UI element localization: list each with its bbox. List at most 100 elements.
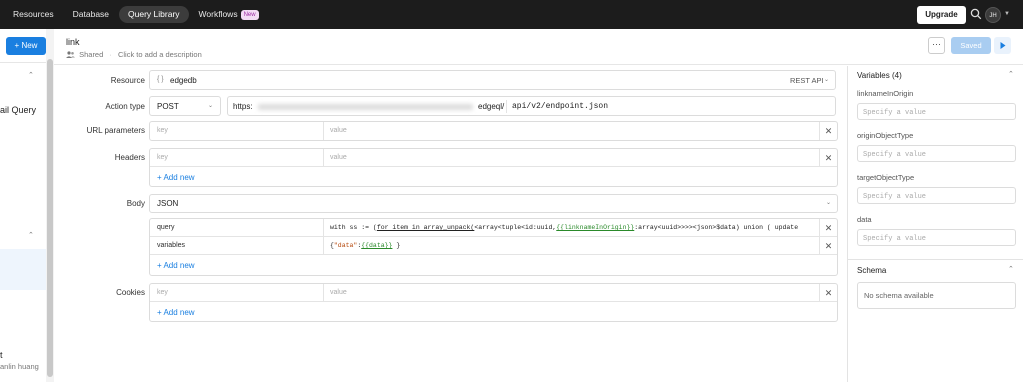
table-row: key value ✕: [150, 284, 837, 302]
upgrade-button[interactable]: Upgrade: [917, 6, 966, 24]
body-key-cell[interactable]: variables: [150, 237, 323, 255]
remove-row-close-icon[interactable]: ✕: [819, 237, 837, 255]
variables-chevron-up-icon[interactable]: ⌃: [1008, 70, 1014, 78]
url-suffix: edgeql/: [478, 102, 505, 111]
nav-resources[interactable]: Resources: [4, 6, 63, 23]
scrollbar-thumb[interactable]: [47, 59, 53, 377]
selected-query-item[interactable]: [0, 249, 46, 290]
avatar[interactable]: JH: [985, 7, 1001, 23]
saved-button[interactable]: Saved: [951, 37, 991, 54]
right-panel-divider: [848, 259, 1023, 260]
body-label: Body: [126, 199, 145, 208]
search-icon[interactable]: [970, 8, 982, 20]
resource-braces-icon: { }: [157, 76, 164, 83]
query-editor: Resource { } edgedb REST API ⌄ Action ty…: [54, 66, 846, 382]
body-format-value: JSON: [157, 199, 179, 208]
resource-value: edgedb: [170, 76, 197, 85]
resource-select[interactable]: { } edgedb REST API ⌄: [149, 70, 836, 90]
remove-row-close-icon[interactable]: ✕: [819, 284, 837, 302]
path-placeholder: api/v2/endpoint.json: [512, 102, 609, 111]
section-chevron-up-icon[interactable]: ⌃: [28, 231, 34, 239]
param-value-input[interactable]: value: [323, 122, 819, 140]
play-icon: [1000, 42, 1006, 49]
remove-row-close-icon[interactable]: ✕: [819, 149, 837, 167]
url-divider: [506, 100, 507, 113]
header-value-input[interactable]: value: [323, 149, 819, 167]
editor-card: Resource { } edgedb REST API ⌄ Action ty…: [54, 66, 846, 382]
description-placeholder[interactable]: Click to add a description: [118, 50, 202, 59]
method-select[interactable]: POST ⌄: [149, 96, 221, 116]
query-template-var: {{linknameInOrigin}}: [556, 224, 635, 231]
query-owner: anlin huang: [0, 362, 39, 371]
table-row: variables {"data":{{data}} } ✕: [150, 237, 837, 255]
headers-table: key value ✕ + Add new: [149, 148, 838, 187]
schema-title: Schema: [857, 266, 887, 275]
variables-title: Variables (4): [857, 71, 902, 80]
query-list-item[interactable]: ail Query: [0, 105, 36, 115]
variable-placeholder: Specify a value: [863, 193, 927, 201]
resource-label: Resource: [110, 76, 145, 85]
top-nav: Resources Database Query Library Workflo…: [0, 0, 1023, 29]
body-value-cell[interactable]: with ss := (for item in array_unpack(<ar…: [323, 219, 819, 237]
header-key-input[interactable]: key: [150, 149, 323, 167]
nav-query-library[interactable]: Query Library: [119, 6, 189, 23]
chevron-down-icon: ⌄: [208, 103, 214, 109]
left-panel-divider: [0, 62, 46, 63]
variable-name: targetObjectType: [857, 173, 915, 182]
more-options-button[interactable]: ···: [928, 37, 945, 54]
headers-add-new-link[interactable]: + Add new: [157, 173, 195, 182]
cookie-value-input[interactable]: value: [323, 284, 819, 302]
method-value: POST: [157, 102, 179, 111]
url-params-table: key value ✕: [149, 121, 838, 141]
schema-chevron-up-icon[interactable]: ⌃: [1008, 265, 1014, 273]
variable-name: linknameInOrigin: [857, 89, 914, 98]
new-query-button[interactable]: + New: [6, 37, 46, 55]
cookie-key-input[interactable]: key: [150, 284, 323, 302]
schema-empty-state: No schema available: [857, 282, 1016, 309]
variable-input[interactable]: Specify a value: [857, 103, 1016, 120]
variable-placeholder: Specify a value: [863, 235, 927, 243]
remove-row-close-icon[interactable]: ✕: [819, 122, 837, 140]
remove-row-close-icon[interactable]: ✕: [819, 219, 837, 237]
cookies-label: Cookies: [116, 288, 145, 297]
chevron-down-icon: ⌄: [824, 77, 830, 83]
users-icon: [66, 51, 75, 58]
nav-database[interactable]: Database: [64, 6, 118, 23]
chevron-down-icon: ⌄: [826, 200, 832, 206]
variable-input[interactable]: Specify a value: [857, 145, 1016, 162]
query-title[interactable]: link: [66, 37, 80, 47]
table-row: key value ✕: [150, 149, 837, 167]
headers-label: Headers: [114, 153, 145, 162]
json-key: "data": [333, 242, 358, 249]
run-button[interactable]: [994, 37, 1011, 54]
json-brace-close: }: [392, 242, 401, 249]
body-add-new-link[interactable]: + Add new: [157, 261, 195, 270]
query-code-start: with ss := (: [330, 224, 377, 231]
table-row: query with ss := (for item in array_unpa…: [150, 219, 837, 237]
left-panel-scrollbar[interactable]: [46, 29, 54, 382]
resource-type: REST API: [790, 76, 824, 85]
url-input[interactable]: https: edgeql/ api/v2/endpoint.json: [227, 96, 836, 116]
variables-template-var: {{data}}: [361, 242, 393, 249]
nav-workflows-label: Workflows: [198, 9, 238, 19]
collapse-chevron-up-icon[interactable]: ⌃: [28, 71, 34, 79]
avatar-chevron-down-icon[interactable]: ▼: [1004, 11, 1010, 17]
right-panel: Variables (4) ⌃ linknameInOrigin Specify…: [847, 66, 1023, 382]
meta-separator: ·: [109, 50, 112, 59]
param-key-input[interactable]: key: [150, 122, 323, 140]
query-code-end: :array<uuid>>>><json>$data) union ( upda…: [634, 224, 799, 231]
body-value-cell[interactable]: {"data":{{data}} }: [323, 237, 819, 255]
query-list-item[interactable]: t: [0, 350, 3, 360]
body-key-cell[interactable]: query: [150, 219, 323, 237]
body-format-select[interactable]: JSON ⌄: [149, 194, 838, 213]
cookies-add-new-link[interactable]: + Add new: [157, 308, 195, 317]
variable-name: data: [857, 215, 872, 224]
table-row: key value ✕: [150, 122, 837, 140]
url-params-label: URL parameters: [86, 126, 145, 135]
nav-workflows[interactable]: Workflows New: [190, 6, 268, 23]
variable-name: originObjectType: [857, 131, 914, 140]
action-type-label: Action type: [105, 102, 145, 111]
query-header: link Shared · Click to add a description…: [54, 29, 1023, 65]
variable-input[interactable]: Specify a value: [857, 229, 1016, 246]
variable-input[interactable]: Specify a value: [857, 187, 1016, 204]
